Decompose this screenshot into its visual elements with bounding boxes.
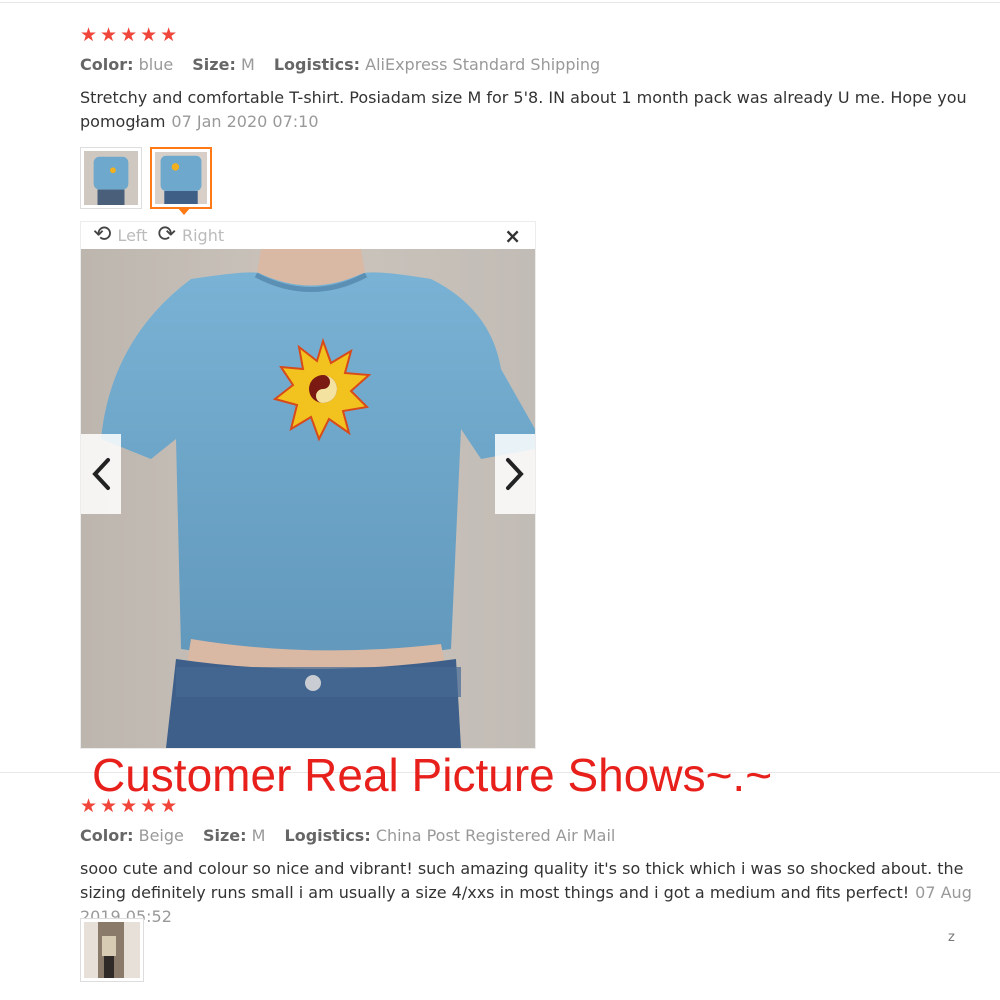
size-value: M xyxy=(251,826,266,845)
image-viewer: ⟲ Left ⟳ Right × xyxy=(80,221,536,749)
stray-mark: z xyxy=(948,930,955,945)
photo-thumbnail-active[interactable] xyxy=(150,147,212,215)
review-meta: Color: blue Size: M Logistics: AliExpres… xyxy=(80,55,1000,75)
next-photo-button[interactable] xyxy=(495,434,535,514)
review-body: sooo cute and colour so nice and vibrant… xyxy=(80,859,964,902)
photo-image xyxy=(81,249,535,748)
rating-stars: ★★★★★ xyxy=(80,795,181,817)
photo-thumbnail[interactable] xyxy=(80,918,144,982)
review-2-thumbnails xyxy=(80,918,144,982)
thumbnail-image xyxy=(155,152,207,204)
rotate-left-label: Left xyxy=(117,225,148,245)
logistics-value: AliExpress Standard Shipping xyxy=(365,55,601,74)
thumbnail-image xyxy=(84,151,138,205)
rotate-left-icon: ⟲ xyxy=(93,222,112,247)
rotate-right-button[interactable]: ⟳ Right xyxy=(157,222,225,247)
chevron-left-icon xyxy=(92,458,110,490)
close-icon[interactable]: × xyxy=(504,224,521,248)
logistics-key: Logistics: xyxy=(284,826,371,845)
color-key: Color: xyxy=(80,826,134,845)
rating-stars: ★★★★★ xyxy=(80,24,181,46)
size-value: M xyxy=(240,55,255,74)
rotate-left-button[interactable]: ⟲ Left xyxy=(93,222,148,247)
color-key: Color: xyxy=(80,55,134,74)
review-meta: Color: Beige Size: M Logistics: China Po… xyxy=(80,826,1000,846)
color-value: Beige xyxy=(138,826,184,845)
viewer-toolbar: ⟲ Left ⟳ Right × xyxy=(81,222,535,249)
prev-photo-button[interactable] xyxy=(81,434,121,514)
review-text: Stretchy and comfortable T-shirt. Posiad… xyxy=(80,86,980,134)
rotate-right-icon: ⟳ xyxy=(157,222,176,247)
size-key: Size: xyxy=(202,826,247,845)
promo-banner-text: Customer Real Picture Shows~.~ xyxy=(92,749,773,801)
active-thumb-pointer xyxy=(177,207,191,215)
review-1-thumbnails xyxy=(80,147,212,215)
review-1: ★★★★★ Color: blue Size: M Logistics: Ali… xyxy=(80,24,1000,134)
size-key: Size: xyxy=(192,55,236,74)
logistics-value: China Post Registered Air Mail xyxy=(375,826,616,845)
color-value: blue xyxy=(138,55,174,74)
top-divider xyxy=(0,2,1000,3)
review-text: sooo cute and colour so nice and vibrant… xyxy=(80,857,1000,929)
photo-thumbnail[interactable] xyxy=(80,147,142,209)
review-2: ★★★★★ Color: Beige Size: M Logistics: Ch… xyxy=(80,795,1000,929)
thumbnail-image xyxy=(84,922,140,978)
review-date: 07 Jan 2020 07:10 xyxy=(171,112,319,131)
customer-photo xyxy=(81,249,535,748)
chevron-right-icon xyxy=(506,458,524,490)
rotate-right-label: Right xyxy=(181,225,225,245)
logistics-key: Logistics: xyxy=(273,55,361,74)
